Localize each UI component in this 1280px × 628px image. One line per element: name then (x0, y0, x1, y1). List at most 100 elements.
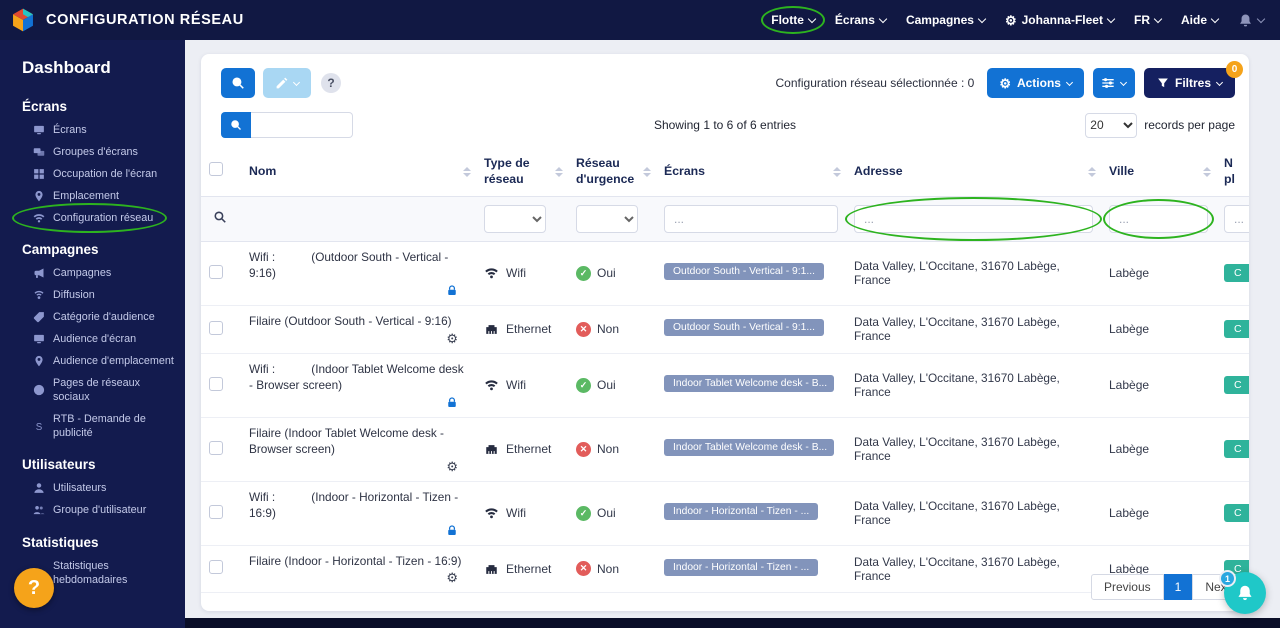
filters-button[interactable]: Filtres 0 (1143, 61, 1243, 98)
user-icon (33, 482, 45, 494)
sort-icon[interactable] (1088, 166, 1096, 177)
row-checkbox[interactable] (209, 560, 223, 575)
nav-item-campagnes[interactable]: Campagnes (906, 13, 987, 27)
chevron-down-icon (1256, 14, 1266, 23)
address-cell: Data Valley, L'Occitane, 31670 Labège, F… (846, 305, 1101, 354)
sort-icon[interactable] (833, 166, 841, 177)
sidebar-item-audience-d-emplacement[interactable]: Audience d'emplacement (0, 350, 185, 372)
network-type-label: Ethernet (506, 561, 552, 576)
nav-item-flotte[interactable]: Flotte (761, 6, 825, 34)
screen-badge[interactable]: Outdoor South - Vertical - 9:1... (664, 319, 824, 337)
nav-item-langue[interactable]: FR (1134, 13, 1163, 27)
bell-icon (1238, 13, 1253, 28)
sidebar-item-pages-de-reseaux-sociaux[interactable]: Pages de réseaux sociaux (0, 372, 185, 408)
filter-ville-input[interactable] (1109, 204, 1208, 233)
row-checkbox[interactable] (209, 264, 223, 279)
previous-page-button[interactable]: Previous (1090, 574, 1164, 600)
column-header-type[interactable]: Type de réseau (476, 148, 568, 197)
page-size-select[interactable]: 20 (1085, 112, 1138, 138)
current-page-button[interactable]: 1 (1163, 574, 1193, 600)
network-name: Filaire (Outdoor South - Vertical - 9:16… (249, 314, 452, 328)
gear-icon[interactable]: ⚙ (446, 332, 458, 346)
sidebar-item-categorie-d-audience[interactable]: Catégorie d'audience (0, 306, 185, 328)
network-name: Wifi : (Indoor - Horizontal - Tizen - 16… (249, 489, 459, 521)
filters-label: Filtres (1174, 76, 1211, 90)
filter-adresse-input[interactable] (854, 204, 1093, 233)
users-icon (33, 504, 45, 516)
sidebar-item-emplacement[interactable]: Emplacement (0, 185, 185, 207)
sort-icon[interactable] (1203, 166, 1211, 177)
network-type-label: Ethernet (506, 442, 552, 457)
network-config-card: ? Configuration réseau sélectionnée : 0 … (201, 54, 1249, 611)
showing-entries-text: Showing 1 to 6 of 6 entries (653, 118, 797, 132)
top-navigation: Flotte Écrans Campagnes ⚙ Johanna-Fleet FR Aid… (761, 6, 1280, 34)
column-settings-button[interactable] (1092, 68, 1135, 98)
filter-urgence-select[interactable] (576, 204, 638, 233)
topbar: CONFIGURATION RÉSEAU Flotte Écrans Campagn… (0, 0, 1280, 40)
sidebar-item-occupation-de-l-ecran[interactable]: Occupation de l'écran (0, 163, 185, 185)
table-search-button[interactable] (221, 112, 251, 138)
column-header-players[interactable]: N pl (1216, 148, 1249, 197)
filter-ecrans-input[interactable] (664, 204, 838, 233)
search-button[interactable] (221, 68, 255, 98)
sidebar-item-groupes-d-ecrans[interactable]: Groupes d'écrans (0, 141, 185, 163)
sidebar-item-campagnes[interactable]: Campagnes (0, 262, 185, 284)
network-name: Filaire (Indoor - Horizontal - Tizen - 1… (249, 553, 462, 568)
edit-button[interactable] (263, 68, 311, 98)
network-type-label: Wifi (506, 378, 526, 393)
search-icon (213, 210, 227, 224)
column-header-urgence[interactable]: Réseau d'urgence (568, 148, 656, 197)
gear-icon[interactable]: ⚙ (446, 460, 458, 474)
lock-icon (446, 524, 458, 537)
table-row: Wifi : (Indoor Tablet Welcome desk - Bro… (201, 353, 1249, 418)
column-header-ville[interactable]: Ville (1101, 148, 1216, 197)
nav-item-ecrans[interactable]: Écrans (835, 13, 888, 27)
gear-icon[interactable]: ⚙ (446, 571, 458, 585)
filter-players-input[interactable] (1224, 204, 1249, 233)
screen-badge[interactable]: Outdoor South - Vertical - 9:1... (664, 263, 824, 281)
table-row: Wifi : (Outdoor South - Vertical - 9:16)… (201, 241, 1249, 307)
screen-badge[interactable]: Indoor Tablet Welcome desk - B... (664, 439, 834, 457)
screen-badge[interactable]: Indoor - Horizontal - Tizen - ... (664, 558, 819, 576)
nav-item-aide[interactable]: Aide (1181, 13, 1220, 27)
row-checkbox[interactable] (209, 376, 223, 391)
address-cell: Data Valley, L'Occitane, 31670 Labège, F… (846, 545, 1101, 594)
sidebar-item-rtb-demande-de-publicite[interactable]: S RTB - Demande de publicité (0, 408, 185, 444)
sidebar-item-diffusion[interactable]: Diffusion (0, 284, 185, 306)
sidebar-item-ecrans[interactable]: Écrans (0, 119, 185, 141)
nav-item-johanna-fleet[interactable]: ⚙ Johanna-Fleet (1005, 13, 1116, 27)
megaphone-icon (33, 267, 45, 279)
column-header-ecrans[interactable]: Écrans (656, 148, 846, 197)
notifications-menu[interactable] (1238, 13, 1266, 28)
sidebar-item-label: Statistiques hebdomadaires (53, 559, 128, 586)
filter-type-select[interactable] (484, 204, 546, 233)
column-header-adresse[interactable]: Adresse (846, 148, 1101, 197)
toolbar-help-button[interactable]: ? (321, 73, 341, 93)
table-search-input[interactable] (251, 112, 353, 138)
column-header-nom[interactable]: Nom (241, 148, 476, 197)
check-icon: ✓ (576, 505, 591, 521)
sort-icon[interactable] (555, 166, 563, 177)
sidebar-item-audience-d-ecran[interactable]: Audience d'écran (0, 328, 185, 350)
chevron-down-icon (1210, 14, 1220, 23)
sidebar-item-utilisateurs[interactable]: Utilisateurs (0, 477, 185, 499)
actions-button[interactable]: ⚙ Actions (987, 68, 1084, 98)
help-button[interactable]: ? (14, 568, 54, 608)
app-logo[interactable] (10, 7, 36, 33)
sidebar-item-label: Audience d'écran (53, 333, 137, 346)
cross-icon: ✕ (576, 441, 591, 457)
screen-badge[interactable]: Indoor Tablet Welcome desk - B... (664, 375, 834, 393)
screen-badge[interactable]: Indoor - Horizontal - Tizen - ... (664, 503, 819, 521)
row-checkbox[interactable] (209, 504, 223, 519)
table-row: Wifi : (Indoor - Horizontal - Tizen - 16… (201, 481, 1249, 546)
sort-icon[interactable] (643, 166, 651, 177)
sort-icon[interactable] (463, 166, 471, 177)
sidebar-item-configuration-reseau[interactable]: Configuration réseau (0, 203, 185, 234)
city-cell: Labège (1101, 481, 1216, 546)
select-all-checkbox[interactable] (209, 162, 223, 177)
select-all-header[interactable] (201, 148, 241, 197)
sidebar-item-groupe-d-utilisateur[interactable]: Groupe d'utilisateur (0, 499, 185, 521)
notifications-fab[interactable]: 1 (1219, 570, 1266, 614)
row-checkbox[interactable] (209, 440, 223, 455)
row-checkbox[interactable] (209, 320, 223, 335)
